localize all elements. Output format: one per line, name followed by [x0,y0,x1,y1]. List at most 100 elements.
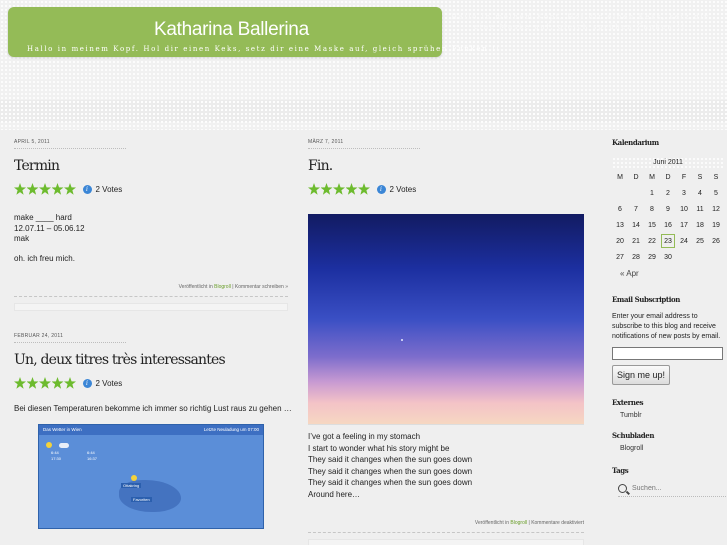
star-point [401,339,403,341]
calendar-day: 12 [712,205,720,213]
post-fin: März 7, 2011 Fin. i 2 Votes I’ve got a f… [308,139,584,545]
externes-title: Externes [612,398,644,407]
sign-up-button[interactable]: Sign me up! [612,365,671,385]
post-line: mak [14,234,30,243]
weather-reading: 6:44 [87,449,95,455]
weekday: S [713,173,719,181]
calendar-day: 7 [634,205,638,213]
calendar-day: 26 [712,237,720,245]
email-description: Enter your email address to subscribe to… [612,313,721,340]
calendar-day: 14 [632,221,640,229]
email-field[interactable] [612,347,723,360]
schubladen-title: Schubladen [612,431,655,440]
calendar-day: 25 [696,237,704,245]
post-title-link[interactable]: Un, deux titres très interessantes [14,352,288,368]
comment-status: Kommentare deaktiviert [531,520,584,526]
star-icon[interactable] [26,183,39,195]
vote-count: 2 Votes [389,184,417,194]
calendar: Juni 2011 M D M D F S S 1 2 3 4 5 6 7 8 9 10 11 12 1… [612,157,724,265]
weather-widget-image: Das Wetter in Wien Letzte Neuladung um 0… [38,423,264,529]
weather-reading: 16:37 [87,455,98,461]
category-link[interactable]: Blogroll [510,520,527,526]
post-divider [14,303,288,311]
comment-link[interactable]: Kommentar schreiben » [235,284,288,290]
star-rating[interactable]: i 2 Votes [14,376,288,390]
weekday: M [649,173,655,181]
star-icon[interactable] [14,183,26,195]
calendar-day: 6 [618,205,622,213]
calendar-prev-month-link[interactable]: « Apr [620,269,727,278]
search-icon[interactable] [618,484,627,493]
info-icon[interactable]: i [376,184,386,194]
star-icon[interactable] [64,377,76,389]
calendar-week: 13 14 15 16 17 18 19 [612,217,724,233]
post-line: I start to wonder what his story might b… [308,443,450,453]
blogroll-link[interactable]: Blogroll [620,445,727,452]
weekday: S [697,173,703,181]
map-marker: Favoriten [131,496,152,502]
site-header: Katharina Ballerina Hallo in meinem Kopf… [8,7,501,57]
posted-in-label: Veröffentlicht in [474,520,510,526]
post-title-link[interactable]: Fin. [308,158,584,174]
star-icon[interactable] [320,183,333,195]
calendar-day: 19 [712,221,720,229]
post-line: Bei diesen Temperaturen bekomme ich imme… [14,404,292,413]
calendar-day: 28 [632,253,640,261]
posted-in-label: Veröffentlicht in [178,284,213,290]
calendar-day: 15 [648,221,656,229]
weekday: D [633,173,639,181]
post-title-link[interactable]: Termin [14,158,288,174]
vote-count: 2 Votes [95,378,123,388]
post-line: Around here… [308,489,361,499]
calendar-day: 18 [696,221,704,229]
site-tagline: Hallo in meinem Kopf. Hol dir einen Keks… [27,45,501,53]
sidebar: Kalendarium Juni 2011 M D M D F S S 1234… [612,138,727,497]
post-line: I’ve got a feeling in my stomach [308,432,421,441]
calendar-week: 20 21 22 23 24 25 26 [612,233,724,249]
post-termin: April 5, 2011 Termin i 2 Votes make ____… [14,139,288,311]
dotted-divider-strip [0,100,727,122]
vote-count: 2 Votes [95,184,123,194]
info-icon[interactable]: i [82,184,92,194]
calendar-day: 5 [714,189,718,197]
star-icon[interactable] [14,377,26,389]
category-link[interactable]: Blogroll [214,284,231,290]
star-rating[interactable]: i 2 Votes [14,182,288,196]
calendar-empty-cell [692,249,708,265]
star-icon[interactable] [345,183,358,195]
cloud-icon [59,442,69,448]
star-icon[interactable] [64,183,76,195]
calendar-empty-cell [612,185,628,201]
tumblr-link[interactable]: Tumblr [620,412,727,419]
calendar-day: 11 [696,205,704,213]
post-date: März 7, 2011 [308,139,420,149]
search-box [618,484,727,497]
site-title-link[interactable]: Katharina Ballerina [154,19,309,41]
calendar-day: 16 [664,221,672,229]
info-icon[interactable]: i [82,378,92,388]
calendar-day: 17 [680,221,688,229]
star-icon[interactable] [26,377,39,389]
star-icon[interactable] [39,377,51,389]
star-rating[interactable]: i 2 Votes [308,182,584,196]
post-divider [308,539,584,545]
calendar-empty-cell [676,249,692,265]
calendar-days: 1 2 3 4 5 6 7 8 9 10 11 12 13 14 15 16 17 18 19 20 21 22 23 24 2… [612,185,724,265]
weather-heading: Das Wetter in Wien [43,426,82,432]
calendar-title: Kalendarium [612,138,659,147]
star-icon[interactable] [39,183,51,195]
star-icon[interactable] [358,183,370,195]
post-un-deux: Februar 24, 2011 Un, deux titres très in… [14,333,292,529]
star-icon[interactable] [333,183,345,195]
star-icon[interactable] [308,183,320,195]
post-content: I’ve got a feeling in my stomach I start… [308,431,584,500]
search-input[interactable] [632,485,722,492]
calendar-day: 13 [616,221,624,229]
weekday: D [665,173,671,181]
star-icon[interactable] [51,377,64,389]
calendar-week: 27 28 29 30 [612,249,724,265]
calendar-week: 1 2 3 4 5 [612,185,724,201]
weekday: M [617,173,623,181]
star-icon[interactable] [51,183,64,195]
post-line: They said it changes when the sun goes d… [308,466,473,476]
